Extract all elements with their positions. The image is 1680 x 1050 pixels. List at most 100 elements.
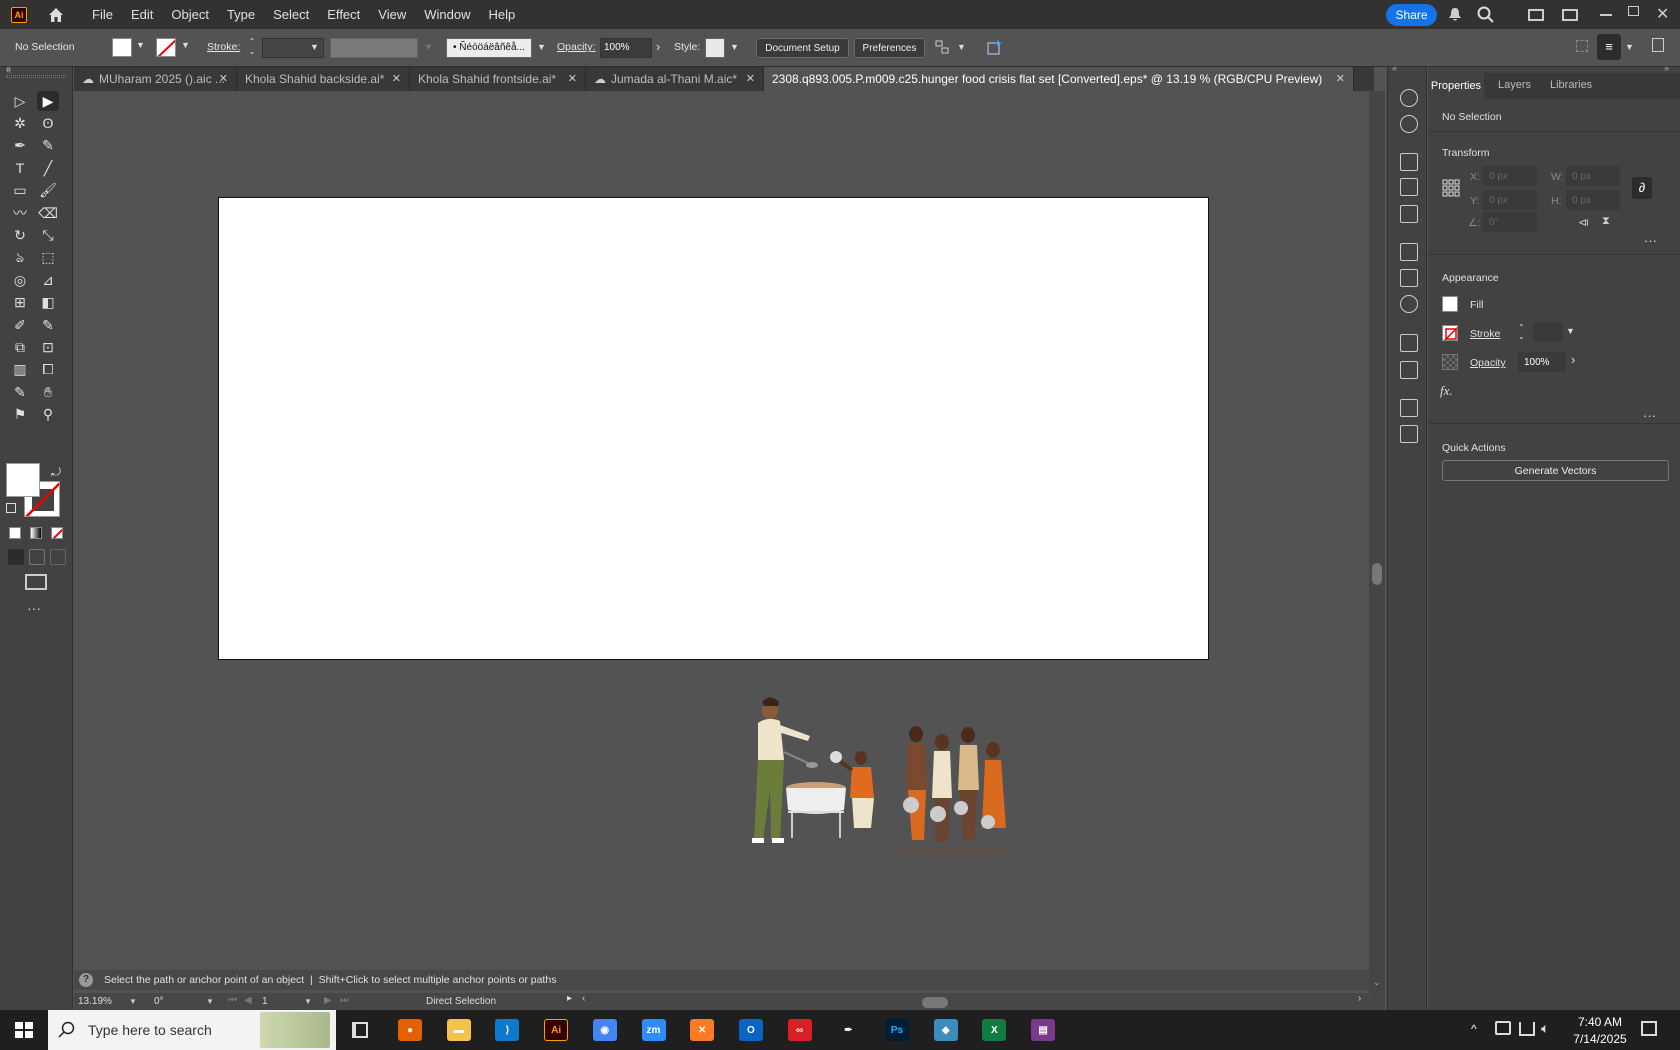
document-tab[interactable]: Khola Shahid frontside.ai* ✕ — [410, 67, 586, 91]
last-artboard-icon[interactable]: ⏭ — [340, 995, 349, 1006]
color-guide-icon[interactable] — [1400, 115, 1418, 133]
more-options-icon[interactable]: ··· — [1643, 408, 1656, 423]
arrange-documents-icon[interactable] — [1528, 9, 1544, 21]
share-button[interactable]: Share — [1386, 4, 1437, 26]
y-field[interactable]: 0 px — [1483, 190, 1537, 210]
menu-help[interactable]: Help — [479, 0, 524, 29]
opacity-field[interactable]: 100% — [1518, 352, 1566, 372]
scroll-down-icon[interactable]: ⌄ — [1373, 977, 1381, 988]
document-setup-button[interactable]: Document Setup — [756, 38, 849, 58]
chevron-right-icon[interactable]: › — [1571, 352, 1575, 367]
tab-properties[interactable]: Properties — [1428, 73, 1484, 99]
home-icon[interactable] — [47, 6, 65, 24]
type-tool-icon[interactable]: T — [9, 158, 31, 178]
w-field[interactable]: 0 px — [1566, 166, 1620, 186]
winrar-icon[interactable]: ▤ — [1031, 1019, 1056, 1041]
generate-vectors-button[interactable]: Generate Vectors — [1442, 460, 1669, 481]
angle-field[interactable]: 0° — [1483, 212, 1537, 232]
close-tab-icon[interactable]: ✕ — [392, 72, 401, 85]
preferences-button[interactable]: Preferences — [854, 38, 925, 58]
link-proportions-icon[interactable]: ∂ — [1632, 177, 1652, 199]
rectangle-tool-icon[interactable]: ▭ — [9, 181, 31, 201]
draw-behind-icon[interactable] — [29, 549, 45, 565]
network-icon[interactable] — [1495, 1021, 1511, 1035]
app-logo[interactable]: Ai — [11, 6, 27, 23]
illustration-artwork[interactable] — [728, 690, 1028, 860]
lasso-tool-icon[interactable]: ʘ — [37, 113, 59, 133]
brush-definition[interactable]: • Ñéòöáëâñêå... — [446, 38, 532, 58]
help-icon[interactable]: ? — [79, 973, 93, 987]
horizontal-scroll-thumb[interactable] — [922, 997, 948, 1008]
eraser-tool-icon[interactable]: ⌫ — [37, 203, 59, 223]
file-explorer-icon[interactable]: ▬ — [446, 1019, 471, 1041]
menu-object[interactable]: Object — [162, 0, 218, 29]
artboard-number-field[interactable]: 1 — [262, 996, 268, 1007]
more-options-icon[interactable]: ··· — [1644, 233, 1657, 248]
select-similar-icon[interactable] — [986, 38, 1004, 56]
wifi-icon[interactable] — [1519, 1022, 1535, 1036]
first-artboard-icon[interactable]: ⏮ — [228, 995, 237, 1006]
vscode-icon[interactable]: ⟩ — [495, 1019, 520, 1041]
symbols-panel-icon[interactable] — [1400, 205, 1418, 223]
chevron-right-icon[interactable]: › — [656, 39, 660, 54]
default-colors-icon[interactable] — [6, 503, 16, 513]
symbol-sprayer-tool-icon[interactable]: ⊡ — [37, 337, 59, 357]
screen-mode-icon[interactable] — [25, 574, 47, 590]
zoom-field[interactable]: 13.19% — [78, 996, 112, 1007]
chevron-right-icon[interactable]: ▸ — [567, 993, 572, 1004]
scale-tool-icon[interactable]: ⤡ — [37, 225, 59, 245]
menu-effect[interactable]: Effect — [318, 0, 369, 29]
next-artboard-icon[interactable]: ▶ — [324, 995, 332, 1006]
align-to-icon[interactable] — [934, 39, 950, 55]
scroll-thumb[interactable] — [1372, 563, 1382, 585]
drag-grip[interactable] — [6, 75, 66, 78]
minimize-button[interactable] — [1600, 14, 1612, 16]
mesh-tool-icon[interactable]: ⊞ — [9, 293, 31, 313]
selection-tool-icon[interactable]: ▷ — [9, 91, 31, 111]
links-panel-icon[interactable] — [1400, 425, 1418, 443]
tab-libraries[interactable]: Libraries — [1550, 79, 1592, 91]
document-tab[interactable]: ☁ MUharam 2025 ().aic ... ✕ — [74, 67, 237, 91]
warp-tool-icon[interactable]: ঌ — [9, 248, 31, 268]
artboard[interactable] — [218, 197, 1209, 660]
chevron-left-icon[interactable]: ‹ — [582, 993, 585, 1004]
menu-view[interactable]: View — [369, 0, 415, 29]
gradient-mode-icon[interactable] — [30, 527, 42, 539]
none-mode-icon[interactable] — [51, 527, 63, 539]
flip-vertical-icon[interactable]: ⧗ — [1602, 215, 1610, 228]
effects-icon[interactable]: fx. — [1440, 383, 1453, 399]
close-tab-icon[interactable]: ✕ — [568, 72, 577, 85]
draw-inside-icon[interactable] — [50, 549, 66, 565]
chevron-down-icon[interactable]: ▼ — [304, 997, 312, 1006]
shaper-tool-icon[interactable]: 〰 — [9, 203, 31, 223]
h-field[interactable]: 0 px — [1566, 190, 1620, 210]
document-tab[interactable]: Khola Shahid backside.ai* ✕ — [237, 67, 410, 91]
rotate-view-tool-icon[interactable]: ⚑ — [9, 405, 31, 425]
panel-menu-icon[interactable] — [1652, 38, 1664, 52]
blend-tool-icon[interactable]: ⧉ — [9, 337, 31, 357]
volume-icon[interactable]: 🔈︎ — [1541, 1020, 1549, 1037]
gradient-tool-icon[interactable]: ◧ — [37, 293, 59, 313]
export-panel-icon[interactable] — [1400, 399, 1418, 417]
windows-start-icon[interactable] — [15, 1022, 33, 1038]
chevron-down-icon[interactable]: ▼ — [136, 40, 145, 50]
line-segment-tool-icon[interactable]: ╱ — [37, 158, 59, 178]
gradient-panel-icon[interactable] — [1400, 269, 1418, 287]
document-tab[interactable]: ☁ Jumada al-Thani M.aic* ✕ — [586, 67, 764, 91]
notifications-icon[interactable] — [1641, 1021, 1657, 1036]
panel-collapse-icon[interactable]: « — [6, 63, 11, 73]
stroke-swatch[interactable] — [156, 38, 176, 57]
chevron-down-icon[interactable]: ▼ — [129, 997, 137, 1006]
close-button[interactable]: ✕ — [1656, 4, 1669, 24]
close-tab-icon[interactable]: ✕ — [219, 72, 228, 85]
chevron-down-icon[interactable]: ▼ — [957, 42, 966, 52]
chrome-icon[interactable]: ◉ — [592, 1019, 617, 1041]
graphic-styles-panel-icon[interactable] — [1400, 361, 1418, 379]
stroke-label[interactable]: Stroke — [1470, 328, 1500, 340]
outlook-icon[interactable]: O — [738, 1019, 763, 1041]
hand-tool-icon[interactable]: ✋︎ — [37, 382, 59, 402]
direct-selection-tool-icon[interactable]: ▶ — [37, 91, 59, 111]
illustrator-icon[interactable]: Ai — [544, 1019, 569, 1041]
task-view-icon[interactable] — [352, 1022, 368, 1038]
show-hidden-icons[interactable]: ^ — [1471, 1022, 1477, 1036]
